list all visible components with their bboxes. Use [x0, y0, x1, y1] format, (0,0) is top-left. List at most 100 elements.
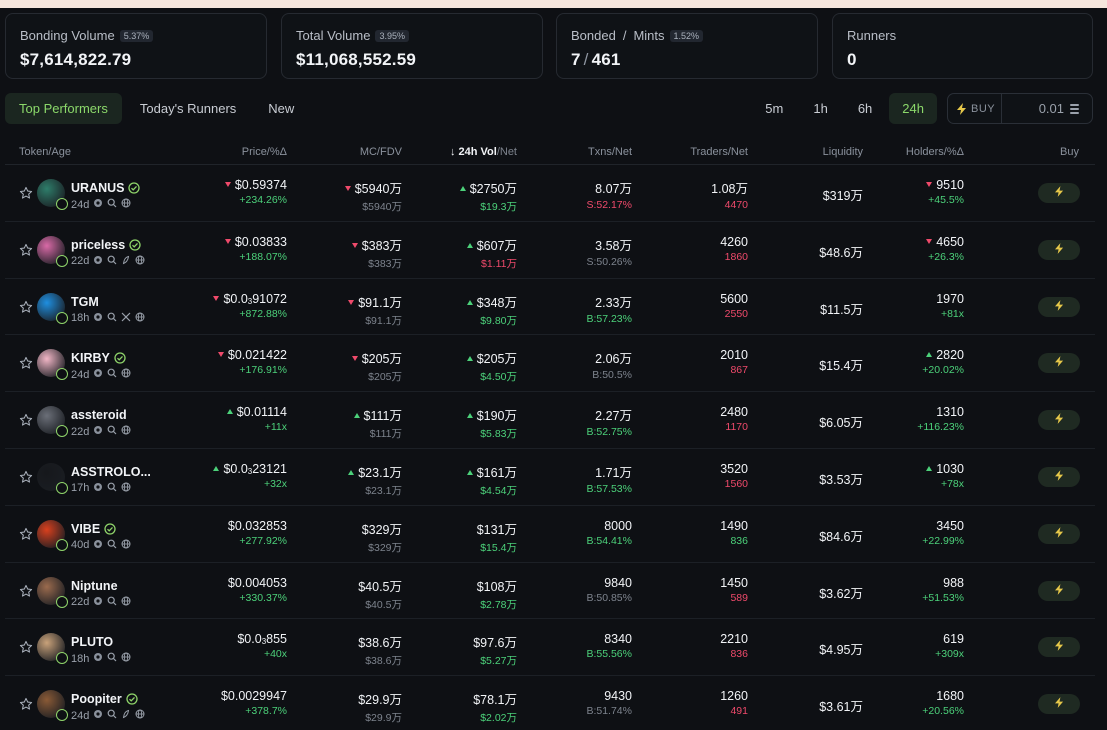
timeframe-1h[interactable]: 1h [800, 93, 840, 124]
table-row[interactable]: Niptune 22d $0.004053 +330.37% $40.5万 $40.5万 $… [5, 563, 1095, 620]
price-change: +378.7% [245, 705, 287, 718]
search-icon[interactable] [107, 425, 117, 438]
token-name-group[interactable]: KIRBY [71, 351, 126, 365]
globe-icon[interactable] [121, 198, 131, 211]
quick-buy-button[interactable] [1038, 183, 1080, 203]
header-volume[interactable]: ↓ 24h Vol/Net [425, 146, 517, 158]
star-icon[interactable] [19, 413, 33, 427]
quick-buy-button[interactable] [1038, 466, 1080, 487]
table-row[interactable]: KIRBY 24d $0.021422 +176.91% $205万 $205万 $205万… [5, 335, 1095, 393]
globe-icon[interactable] [121, 652, 131, 665]
token-name[interactable]: URANUS [71, 181, 124, 195]
token-name-group[interactable]: VIBE [71, 522, 116, 536]
token-name-group[interactable]: assteroid [71, 408, 127, 422]
star-icon[interactable] [19, 356, 33, 370]
search-icon[interactable] [107, 709, 117, 722]
globe-icon[interactable] [121, 368, 131, 381]
token-name-group[interactable]: ASSTROLO... [71, 465, 151, 479]
search-icon[interactable] [107, 596, 117, 609]
token-name[interactable]: VIBE [71, 522, 100, 536]
search-icon[interactable] [107, 539, 117, 552]
star-icon[interactable] [19, 243, 33, 257]
token-name-group[interactable]: TGM [71, 295, 99, 309]
tab-new[interactable]: New [254, 93, 308, 124]
star-icon[interactable] [19, 697, 33, 711]
token-name[interactable]: Niptune [71, 579, 118, 593]
header-price[interactable]: Price/%Δ [205, 146, 287, 158]
search-icon[interactable] [107, 482, 117, 495]
token-name[interactable]: Poopiter [71, 692, 122, 706]
globe-icon[interactable] [121, 425, 131, 438]
token-name-group[interactable]: URANUS [71, 181, 141, 195]
search-icon[interactable] [107, 652, 117, 665]
token-name[interactable]: ASSTROLO... [71, 465, 151, 479]
price-change: +277.92% [239, 534, 287, 547]
quick-buy-button[interactable] [1038, 296, 1080, 317]
star-icon[interactable] [19, 470, 33, 484]
token-age: 24d [71, 198, 90, 211]
star-icon[interactable] [19, 640, 33, 654]
table-row[interactable]: TGM 18h $0.0391072 +872.88% $91.1万 $91.1万 $348… [5, 279, 1095, 336]
star-icon[interactable] [19, 584, 33, 598]
tab-todays-runners[interactable]: Today's Runners [126, 93, 250, 124]
star-icon[interactable] [19, 527, 33, 541]
header-holders[interactable]: Holders/%Δ [875, 146, 964, 158]
table-row[interactable]: assteroid 22d $0.01114 +11x $111万 $111万 $190万 $… [5, 392, 1095, 449]
table-row[interactable]: VIBE 40d $0.032853 +277.92% $329万 $329万 $131万 $… [5, 506, 1095, 563]
token-avatar [37, 235, 68, 267]
header-buy: Buy [1060, 146, 1079, 158]
timeframe-24h[interactable]: 24h [889, 93, 937, 124]
quick-buy-button[interactable] [1038, 580, 1080, 601]
quick-buy-button[interactable] [1038, 694, 1080, 715]
header-txns[interactable]: Txns/Net [545, 146, 632, 158]
header-mc[interactable]: MC/FDV [325, 146, 402, 158]
header-traders[interactable]: Traders/Net [665, 146, 748, 158]
search-icon[interactable] [107, 312, 117, 325]
header-liquidity[interactable]: Liquidity [785, 146, 863, 158]
token-meta: 22d [71, 425, 131, 438]
pump-icon[interactable] [121, 255, 131, 268]
search-icon[interactable] [107, 198, 117, 211]
x-icon[interactable] [121, 312, 131, 325]
token-name[interactable]: priceless [71, 238, 125, 252]
token-name[interactable]: TGM [71, 295, 99, 309]
buy-amount-input[interactable]: 0.01 [1002, 101, 1070, 116]
settings-menu-icon[interactable] [1070, 103, 1084, 114]
timeframe-5m[interactable]: 5m [752, 93, 796, 124]
pump-icon[interactable] [121, 709, 131, 722]
globe-icon[interactable] [121, 539, 131, 552]
globe-icon[interactable] [135, 255, 145, 268]
quick-buy-button[interactable] [1038, 523, 1080, 544]
table-row[interactable]: Poopiter 24d $0.0029947 +378.7% $29.9万 $29.9万… [5, 676, 1095, 730]
quick-buy-button[interactable] [1038, 410, 1080, 431]
quick-buy-button[interactable] [1038, 637, 1080, 658]
globe-icon[interactable] [135, 312, 145, 325]
globe-icon[interactable] [135, 709, 145, 722]
token-name-group[interactable]: priceless [71, 238, 141, 252]
star-icon[interactable] [19, 300, 33, 314]
quick-buy-button[interactable] [1038, 353, 1080, 374]
txns-value: 8000 [604, 518, 632, 533]
volume-cell: $161万 $4.54万 [425, 462, 517, 498]
token-name-group[interactable]: Niptune [71, 579, 118, 593]
table-row[interactable]: URANUS 24d $0.59374 +234.26% $5940万 $5940万 $27… [5, 165, 1095, 222]
quick-buy-button[interactable] [1038, 239, 1080, 260]
header-token[interactable]: Token/Age [19, 146, 71, 158]
holders-icon [93, 425, 103, 438]
table-row[interactable]: ASSTROLO... 17h $0.0323121 +32x $23.1万 $23.1万… [5, 449, 1095, 506]
token-name-group[interactable]: Poopiter [71, 692, 138, 706]
globe-icon[interactable] [121, 482, 131, 495]
globe-icon[interactable] [121, 596, 131, 609]
tab-top-performers[interactable]: Top Performers [5, 93, 122, 124]
token-name[interactable]: assteroid [71, 408, 127, 422]
token-name-group[interactable]: PLUTO [71, 635, 113, 649]
timeframe-6h[interactable]: 6h [845, 93, 885, 124]
token-name[interactable]: PLUTO [71, 635, 113, 649]
mc-cell: $23.1万 $23.1万 [325, 462, 402, 498]
search-icon[interactable] [107, 255, 117, 268]
table-row[interactable]: priceless 22d $0.03833 +188.07% $383万 $383万 $6… [5, 222, 1095, 279]
token-name[interactable]: KIRBY [71, 351, 110, 365]
star-icon[interactable] [19, 186, 33, 200]
search-icon[interactable] [107, 368, 117, 381]
table-row[interactable]: PLUTO 18h $0.03855 +40x $38.6万 $38.6万 $97.6万 $5… [5, 619, 1095, 677]
